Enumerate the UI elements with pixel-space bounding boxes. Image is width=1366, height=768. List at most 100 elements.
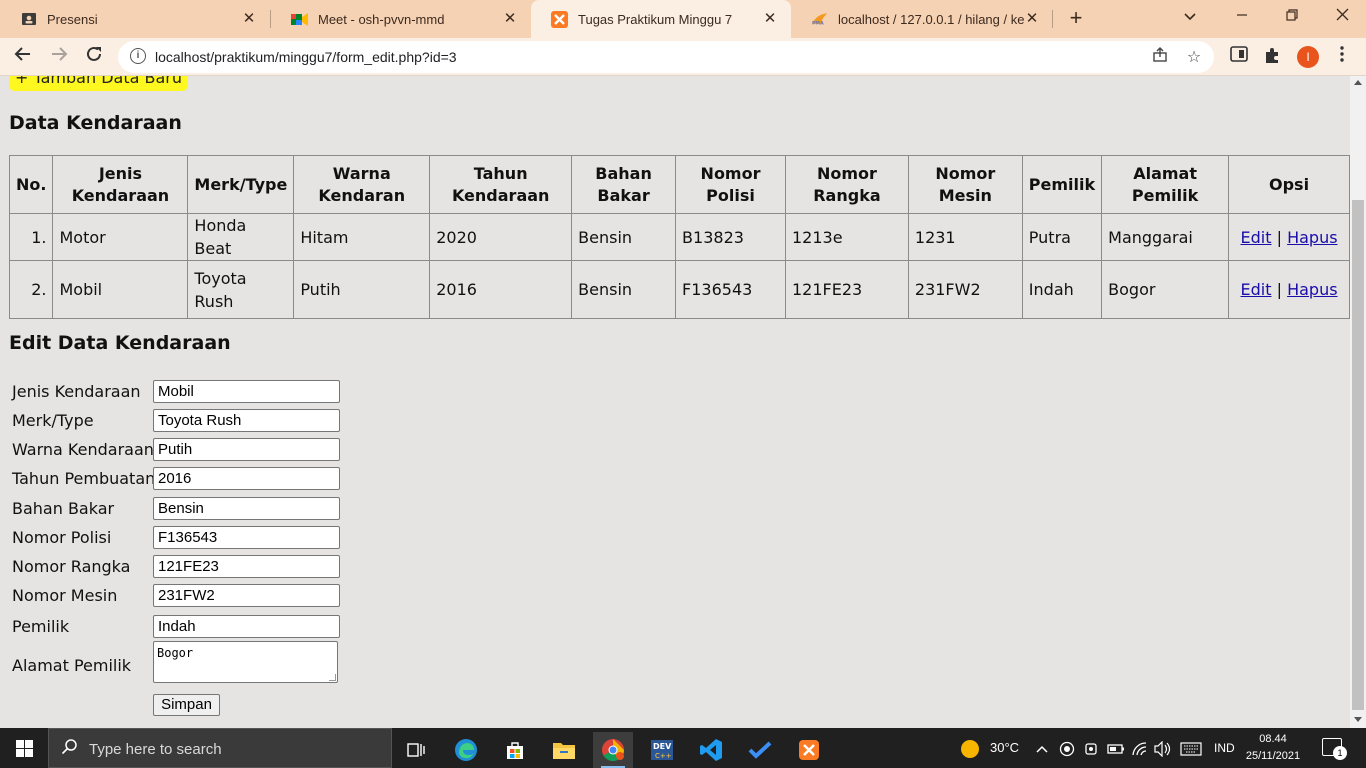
edit-link[interactable]: Edit	[1241, 228, 1272, 247]
profile-avatar[interactable]: I	[1297, 46, 1319, 68]
tab-presensi[interactable]: Presensi ✕	[0, 0, 270, 38]
label-alamat-pemilik: Alamat Pemilik	[12, 656, 132, 675]
scrollbar-thumb[interactable]	[1352, 200, 1364, 710]
reload-button[interactable]	[82, 45, 106, 69]
textarea-alamat-pemilik[interactable]: Bogor	[153, 641, 338, 683]
clock-time: 08.44	[1259, 733, 1287, 745]
todo-check-icon[interactable]	[740, 732, 780, 768]
start-button[interactable]	[0, 728, 48, 768]
input-merk-type[interactable]: Toyota Rush	[153, 409, 340, 432]
cell-alamat: Manggarai	[1101, 213, 1230, 261]
store-icon[interactable]	[495, 732, 535, 768]
task-view-icon[interactable]	[396, 732, 436, 768]
cell-nomor-mesin: 231FW2	[907, 260, 1023, 319]
volume-icon[interactable]	[1154, 728, 1172, 768]
input-nomor-rangka[interactable]: 121FE23	[153, 555, 340, 578]
forward-button[interactable]	[47, 45, 71, 69]
xampp-icon	[551, 10, 568, 28]
close-icon[interactable]: ✕	[1023, 10, 1041, 28]
restore-button[interactable]	[1272, 4, 1312, 28]
bookmark-star-icon[interactable]: ☆	[1184, 47, 1204, 67]
column-header: Tahun Kendaraan	[429, 155, 573, 214]
column-header: Nomor Rangka	[784, 155, 909, 214]
extensions-puzzle-icon[interactable]	[1262, 46, 1284, 68]
label-pemilik: Pemilik	[12, 617, 70, 636]
input-jenis-kendaraan[interactable]: Mobil	[153, 380, 340, 403]
windows-taskbar: Type here to search DEV C++ 30°C IND 08.…	[0, 728, 1366, 768]
meet-icon	[291, 11, 308, 28]
show-hidden-icons-chevron-icon[interactable]	[1036, 728, 1048, 768]
record-icon[interactable]	[1059, 728, 1075, 768]
xampp-taskbar-icon[interactable]	[789, 732, 829, 768]
meet-now-icon[interactable]	[1084, 728, 1098, 768]
cell-jenis: Motor	[52, 213, 189, 261]
vscode-icon[interactable]	[691, 732, 731, 768]
input-warna-kendaraan[interactable]: Putih	[153, 438, 340, 461]
vertical-scrollbar[interactable]	[1350, 76, 1366, 728]
column-header: Jenis Kendaraan	[52, 155, 189, 214]
edge-icon[interactable]	[446, 732, 486, 768]
taskbar-search[interactable]: Type here to search	[48, 728, 392, 768]
cell-nomor-polisi: F136543	[675, 260, 786, 319]
label-nomor-polisi: Nomor Polisi	[12, 528, 112, 547]
minimize-button[interactable]	[1222, 4, 1262, 28]
cell-tahun: 2020	[429, 213, 573, 261]
keyboard-icon[interactable]	[1180, 728, 1202, 768]
svg-text:PMA: PMA	[812, 21, 824, 26]
scroll-up-icon[interactable]	[1354, 80, 1362, 85]
cell-no: 1.	[8, 213, 54, 261]
chrome-icon[interactable]	[593, 732, 633, 768]
edit-link[interactable]: Edit	[1241, 280, 1272, 299]
phpmyadmin-icon: PMA	[811, 11, 828, 28]
cell-alamat: Bogor	[1101, 260, 1230, 319]
label-bahan-bakar: Bahan Bakar	[12, 499, 115, 518]
resize-grip-icon[interactable]	[329, 674, 336, 681]
tab-meet[interactable]: Meet - osh-pvvn-mmd ✕	[271, 0, 531, 38]
cell-bahan-bakar: Bensin	[571, 260, 677, 319]
cell-nomor-rangka: 121FE23	[784, 260, 909, 319]
close-window-button[interactable]	[1322, 4, 1362, 28]
close-icon[interactable]: ✕	[240, 10, 258, 28]
tab-divider	[1052, 10, 1053, 28]
back-button[interactable]	[11, 45, 35, 69]
close-icon[interactable]: ✕	[501, 10, 519, 28]
wifi-icon[interactable]	[1132, 728, 1148, 768]
temperature[interactable]: 30°C	[990, 728, 1019, 768]
tab-search-chevron-icon[interactable]	[1170, 4, 1210, 28]
tab-title: Meet - osh-pvvn-mmd	[318, 11, 445, 27]
language-indicator[interactable]: IND	[1214, 728, 1235, 768]
input-bahan-bakar[interactable]: Bensin	[153, 497, 340, 520]
weather-sun-icon[interactable]	[960, 728, 980, 768]
add-new-data-link[interactable]: + Tambah Data Baru	[9, 76, 188, 91]
tab-strip: Presensi ✕ Meet - osh-pvvn-mmd ✕ Tugas P…	[0, 0, 1366, 38]
file-explorer-icon[interactable]	[544, 732, 584, 768]
vehicle-table: No. Jenis Kendaraan Merk/Type Warna Kend…	[8, 155, 1350, 319]
input-nomor-mesin[interactable]: 231FW2	[153, 584, 340, 607]
close-icon[interactable]: ✕	[761, 10, 779, 28]
address-bar[interactable]: i localhost/praktikum/minggu7/form_edit.…	[118, 41, 1214, 73]
label-tahun-pembuatan: Tahun Pembuatan	[12, 469, 156, 488]
url-text[interactable]: localhost/praktikum/minggu7/form_edit.ph…	[155, 49, 457, 65]
battery-icon[interactable]	[1107, 728, 1125, 768]
simpan-button[interactable]: Simpan	[153, 694, 220, 716]
cell-merk: Honda Beat	[187, 213, 295, 261]
share-icon[interactable]	[1150, 47, 1170, 67]
hapus-link[interactable]: Hapus	[1287, 280, 1337, 299]
notification-center-icon[interactable]: 1	[1322, 738, 1347, 760]
hapus-link[interactable]: Hapus	[1287, 228, 1337, 247]
input-nomor-polisi[interactable]: F136543	[153, 526, 340, 549]
info-icon[interactable]: i	[130, 48, 146, 64]
input-pemilik[interactable]: Indah	[153, 615, 340, 638]
input-tahun-pembuatan[interactable]: 2016	[153, 467, 340, 490]
clock[interactable]: 08.44 25/11/2021	[1240, 731, 1306, 765]
reading-mode-icon[interactable]	[1228, 46, 1250, 68]
browser-toolbar: i localhost/praktikum/minggu7/form_edit.…	[0, 38, 1366, 76]
devcpp-icon[interactable]: DEV C++	[642, 732, 682, 768]
column-header: Merk/Type	[187, 155, 295, 214]
scroll-down-icon[interactable]	[1354, 717, 1362, 722]
tab-tugas-praktikum[interactable]: Tugas Praktikum Minggu 7 ✕	[531, 0, 791, 38]
new-tab-button[interactable]: +	[1064, 7, 1088, 31]
tab-phpmyadmin[interactable]: PMA localhost / 127.0.0.1 / hilang / ke …	[791, 0, 1053, 38]
menu-kebab-icon[interactable]	[1331, 46, 1353, 68]
column-header: Warna Kendaran	[293, 155, 431, 214]
